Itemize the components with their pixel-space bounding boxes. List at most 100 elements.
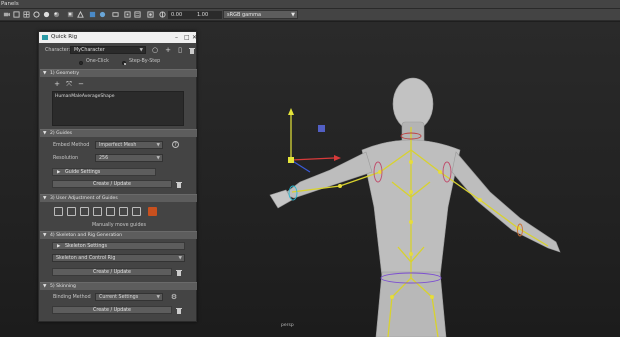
create-update-skeleton-button[interactable]: Create / Update	[52, 268, 172, 276]
create-update-skin-button[interactable]: Create / Update	[52, 306, 172, 314]
lighting-icon[interactable]	[53, 11, 60, 18]
one-click-label: One-Click	[86, 59, 109, 64]
collapse-triangle-icon: ▼	[43, 196, 47, 201]
panels-menubar: Panels	[0, 0, 620, 9]
delete-guides-icon[interactable]	[176, 181, 182, 188]
character-mesh	[269, 77, 561, 337]
delete-skin-icon[interactable]	[176, 307, 182, 314]
character-select[interactable]: MyCharacter ▼	[70, 46, 146, 54]
joint-guides-icon[interactable]	[119, 207, 128, 216]
panels-menu[interactable]: Panels	[1, 0, 19, 9]
section-guides-title: 2) Guides	[50, 131, 73, 136]
close-button[interactable]: ✕	[192, 32, 197, 43]
resolution-value: 256	[99, 156, 109, 161]
select-geometry-icon[interactable]: ⤧	[65, 80, 73, 88]
expand-triangle-icon: ▶	[57, 244, 61, 249]
expand-triangle-icon: ▶	[57, 170, 61, 175]
section-skinning-header[interactable]: ▼ 5) Skinning	[40, 282, 197, 290]
section-guides-header[interactable]: ▼ 2) Guides	[40, 129, 197, 137]
help-icon[interactable]: ?	[172, 141, 179, 148]
quick-rig-window: Quick Rig – □ ✕ Character: MyCharacter ▼…	[38, 31, 197, 322]
skeleton-settings-toggle[interactable]: ▶ Skeleton Settings	[52, 242, 185, 250]
embed-method-value: Imperfect Mesh	[99, 143, 137, 148]
film-gate-icon[interactable]	[112, 11, 119, 18]
collapse-triangle-icon: ▼	[43, 233, 47, 238]
collapse-triangle-icon: ▼	[43, 71, 47, 76]
remove-geometry-icon[interactable]: −	[77, 80, 85, 88]
section-user-adjustment-header[interactable]: ▼ 3) User Adjustment of Guides	[40, 194, 197, 202]
shadow-icon[interactable]	[67, 11, 74, 18]
section-skinning-title: 5) Skinning	[50, 284, 76, 289]
color-space-select[interactable]: sRGB gamma ▼	[223, 10, 298, 19]
viewport-toolbar: 0.00 1.00 sRGB gamma ▼	[0, 9, 620, 21]
create-update-guides-button[interactable]: Create / Update	[52, 180, 172, 188]
collapse-triangle-icon: ▼	[43, 131, 47, 136]
character-label: Character:	[45, 48, 71, 53]
minimize-button[interactable]: –	[175, 32, 178, 43]
move-manipulator	[288, 108, 341, 173]
chevron-down-icon: ▼	[139, 48, 143, 53]
manually-move-guides-label: Manually move guides	[92, 223, 146, 228]
maya-logo-icon	[42, 35, 48, 40]
hud-icon[interactable]	[134, 11, 141, 18]
section-user-adjustment-title: 3) User Adjustment of Guides	[50, 196, 118, 201]
chevron-down-icon: ▼	[156, 295, 160, 300]
exposure-icon[interactable]	[159, 11, 166, 18]
binding-method-value: Current Settings	[99, 295, 139, 300]
embed-method-label: Embed Method	[53, 143, 90, 148]
gamma-field[interactable]: 1.00	[194, 11, 222, 19]
guide-settings-toggle[interactable]: ▶ Guide Settings	[52, 168, 156, 176]
right-guides-icon[interactable]	[106, 207, 115, 216]
skeleton-type-select[interactable]: Skeleton and Control Rig ▼	[52, 254, 185, 262]
grid-icon[interactable]	[23, 11, 30, 18]
embed-method-select[interactable]: Imperfect Mesh ▼	[95, 141, 163, 149]
one-click-radio[interactable]	[79, 61, 83, 65]
exposure-field[interactable]: 0.00	[168, 11, 196, 19]
camera-name-label: persp	[281, 323, 294, 328]
geometry-list[interactable]: HumanMaleAverageShape	[52, 91, 184, 126]
step-by-step-label: Step-By-Step	[129, 59, 161, 64]
chevron-down-icon: ▼	[178, 256, 182, 261]
section-geometry-title: 1) Geometry	[50, 71, 80, 76]
frame-icon[interactable]	[13, 11, 20, 18]
symmetry-guides-icon[interactable]	[132, 207, 141, 216]
xray-icon[interactable]	[77, 11, 84, 18]
add-character-icon[interactable]: +	[164, 46, 172, 54]
center-guides-icon[interactable]	[80, 207, 89, 216]
maximize-button[interactable]: □	[184, 32, 190, 43]
window-title: Quick Rig	[51, 34, 78, 40]
select-guides-icon[interactable]	[67, 207, 76, 216]
section-geometry-header[interactable]: ▼ 1) Geometry	[40, 69, 197, 77]
mirror-guides-icon[interactable]	[54, 207, 63, 216]
delete-character-icon[interactable]	[189, 47, 195, 54]
chevron-down-icon: ▼	[156, 143, 160, 148]
section-skeleton-title: 4) Skeleton and Rig Generation	[50, 233, 123, 238]
wireframe-icon[interactable]	[33, 11, 40, 18]
search-character-icon[interactable]: ○	[151, 46, 159, 54]
shaded-icon[interactable]	[43, 11, 50, 18]
resolution-select[interactable]: 256 ▼	[95, 154, 163, 162]
section-skeleton-header[interactable]: ▼ 4) Skeleton and Rig Generation	[40, 231, 197, 239]
chevron-down-icon: ▼	[291, 12, 295, 18]
camera-icon[interactable]	[3, 11, 10, 18]
left-guides-icon[interactable]	[93, 207, 102, 216]
quick-rig-titlebar[interactable]: Quick Rig – □ ✕	[39, 32, 197, 43]
resolution-gate-icon[interactable]	[99, 11, 106, 18]
color-space-value: sRGB gamma	[227, 12, 262, 18]
chevron-down-icon: ▼	[156, 156, 160, 161]
step-by-step-radio[interactable]	[122, 61, 126, 65]
geometry-list-item[interactable]: HumanMaleAverageShape	[55, 94, 114, 99]
delete-skeleton-icon[interactable]	[176, 269, 182, 276]
isolate-icon[interactable]	[89, 11, 96, 18]
resolution-label: Resolution	[53, 156, 79, 161]
reset-guides-icon[interactable]	[148, 207, 157, 216]
rig-info-icon[interactable]: ▯	[176, 46, 184, 54]
binding-method-select[interactable]: Current Settings ▼	[95, 293, 163, 301]
skeleton-type-value: Skeleton and Control Rig	[56, 256, 116, 261]
gear-icon[interactable]: ⚙	[170, 293, 178, 301]
character-value: MyCharacter	[74, 48, 105, 53]
add-geometry-icon[interactable]: +	[53, 80, 61, 88]
camera-attributes-icon[interactable]	[147, 11, 154, 18]
safe-action-icon[interactable]	[124, 11, 131, 18]
binding-method-label: Binding Method	[53, 295, 91, 300]
